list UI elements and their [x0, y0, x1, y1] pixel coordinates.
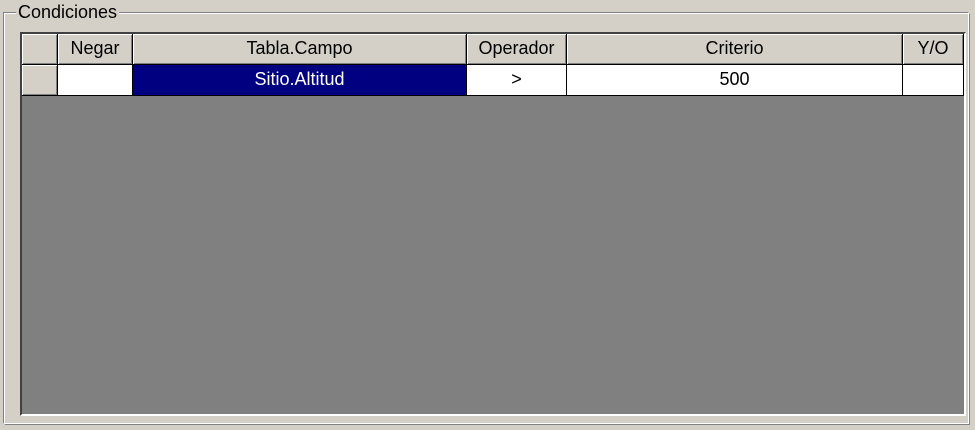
header-tabla-campo[interactable]: Tabla.Campo [133, 34, 467, 65]
grid-header-row: Negar Tabla.Campo Operador Criterio Y/O [22, 34, 964, 65]
header-operador[interactable]: Operador [467, 34, 567, 65]
groupbox-label: Condiciones [16, 1, 120, 23]
table-row[interactable]: Sitio.Altitud > 500 [22, 65, 964, 96]
cell-criterio[interactable]: 500 [567, 65, 903, 96]
cell-y-o[interactable] [903, 65, 964, 96]
cell-negar[interactable] [58, 65, 133, 96]
conditions-grid[interactable]: Negar Tabla.Campo Operador Criterio Y/O … [20, 32, 966, 416]
header-corner[interactable] [22, 34, 58, 65]
cell-tabla-campo[interactable]: Sitio.Altitud [133, 65, 467, 96]
header-y-o[interactable]: Y/O [903, 34, 964, 65]
cell-operador[interactable]: > [467, 65, 567, 96]
conditions-panel: Condiciones Negar Tabla.Campo Operador C… [0, 0, 975, 430]
header-criterio[interactable]: Criterio [567, 34, 903, 65]
row-selector[interactable] [22, 65, 58, 96]
header-negar[interactable]: Negar [58, 34, 133, 65]
